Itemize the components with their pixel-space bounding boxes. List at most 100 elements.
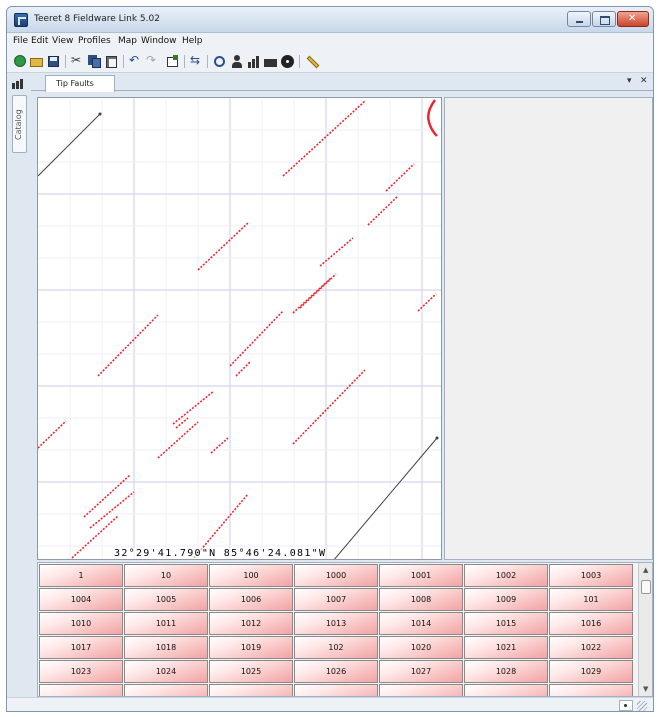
id-button[interactable]: 1004 <box>39 588 123 611</box>
id-button[interactable]: 1012 <box>209 612 293 635</box>
disc-icon[interactable] <box>280 54 295 69</box>
fault-segment <box>282 100 366 177</box>
id-button[interactable]: 1002 <box>464 564 548 587</box>
fault-segment <box>235 361 251 377</box>
scroll-up-icon[interactable]: ▲ <box>643 566 648 574</box>
minimize-button[interactable] <box>567 11 591 27</box>
menu-view[interactable]: View <box>52 36 73 46</box>
folder-icon[interactable] <box>263 54 278 69</box>
id-button[interactable]: 1023 <box>39 660 123 683</box>
id-button[interactable] <box>124 684 208 696</box>
id-button[interactable]: 1026 <box>294 660 378 683</box>
id-button[interactable]: 1001 <box>379 564 463 587</box>
app-window: Teeret 8 Fieldware Link 5.02 File Edit V… <box>6 6 654 712</box>
scroll-down-icon[interactable]: ▼ <box>643 685 648 693</box>
catalog-icon[interactable] <box>12 79 26 89</box>
save-icon[interactable] <box>46 54 61 69</box>
id-button[interactable]: 101 <box>549 588 633 611</box>
gps-track <box>334 437 438 559</box>
tab-tip-faults[interactable]: Tip Faults <box>45 75 115 92</box>
id-button[interactable]: 1017 <box>39 636 123 659</box>
vertical-scrollbar[interactable]: ▲ ▼ <box>638 563 652 696</box>
scroll-thumb[interactable] <box>641 580 651 594</box>
id-button[interactable]: 1016 <box>549 612 633 635</box>
fault-segment <box>210 437 229 454</box>
id-button[interactable]: 1008 <box>379 588 463 611</box>
transfer-icon[interactable]: ⇆ <box>189 53 204 69</box>
id-button[interactable]: 1009 <box>464 588 548 611</box>
id-button[interactable]: 1010 <box>39 612 123 635</box>
menu-edit[interactable]: Edit <box>31 36 48 46</box>
id-button[interactable] <box>39 684 123 696</box>
undo-icon[interactable]: ↶ <box>128 53 143 69</box>
menu-bar: File Edit View Profiles Map Window Help <box>7 33 653 51</box>
close-tab-icon[interactable]: ✕ <box>640 76 648 86</box>
id-button[interactable]: 1028 <box>464 660 548 683</box>
id-button[interactable] <box>209 684 293 696</box>
id-button[interactable]: 1006 <box>209 588 293 611</box>
window-title: Teeret 8 Fieldware Link 5.02 <box>34 14 160 24</box>
id-button[interactable]: 1011 <box>124 612 208 635</box>
id-button[interactable]: 1007 <box>294 588 378 611</box>
resize-grip[interactable] <box>637 701 647 711</box>
fault-segment <box>172 390 215 425</box>
menu-profiles[interactable]: Profiles <box>78 36 111 46</box>
id-button[interactable]: 1027 <box>379 660 463 683</box>
chart-icon[interactable] <box>246 54 261 69</box>
id-button[interactable]: 1018 <box>124 636 208 659</box>
id-button[interactable] <box>464 684 548 696</box>
map-view[interactable]: 32°29'41.790"N 85°46'24.081"W <box>37 97 442 560</box>
open-folder-icon[interactable] <box>29 54 44 69</box>
id-button[interactable]: 1013 <box>294 612 378 635</box>
id-button[interactable]: 1005 <box>124 588 208 611</box>
tab-list-icon[interactable]: ▾ <box>627 76 632 86</box>
id-button[interactable] <box>294 684 378 696</box>
menu-help[interactable]: Help <box>182 36 203 46</box>
maximize-button[interactable] <box>592 11 616 27</box>
status-indicator <box>619 700 633 711</box>
fault-segment <box>157 421 199 459</box>
close-window-button[interactable] <box>617 11 649 27</box>
id-button[interactable]: 100 <box>209 564 293 587</box>
id-button[interactable]: 1003 <box>549 564 633 587</box>
redo-icon[interactable]: ↷ <box>145 53 160 69</box>
map-canvas[interactable] <box>38 98 442 560</box>
id-button[interactable] <box>379 684 463 696</box>
cut-icon[interactable]: ✂ <box>70 53 85 69</box>
id-button[interactable]: 1029 <box>549 660 633 683</box>
paste-icon[interactable] <box>104 54 119 69</box>
id-button[interactable]: 1014 <box>379 612 463 635</box>
title-bar[interactable]: Teeret 8 Fieldware Link 5.02 <box>7 7 653 33</box>
fault-segment <box>292 369 366 445</box>
catalog-tab[interactable]: Catalog <box>12 95 27 153</box>
menu-map[interactable]: Map <box>118 36 137 46</box>
menu-file[interactable]: File <box>13 36 28 46</box>
id-button[interactable]: 102 <box>294 636 378 659</box>
target-icon[interactable] <box>212 54 227 69</box>
id-button[interactable]: 1021 <box>464 636 548 659</box>
toolbar: ✂ ↶ ↷ ⇆ <box>7 51 653 73</box>
catalog-tab-label: Catalog <box>14 109 23 140</box>
id-button[interactable]: 1015 <box>464 612 548 635</box>
id-button[interactable]: 1020 <box>379 636 463 659</box>
side-dock: Catalog <box>7 73 31 561</box>
copy-icon[interactable] <box>87 54 102 69</box>
new-icon[interactable] <box>13 54 28 69</box>
id-button[interactable]: 10 <box>124 564 208 587</box>
gps-track <box>38 113 101 177</box>
id-button[interactable]: 1024 <box>124 660 208 683</box>
document-tab-bar: Tip Faults ▾ ✕ <box>31 73 653 92</box>
user-icon[interactable] <box>229 54 244 69</box>
id-button[interactable]: 1019 <box>209 636 293 659</box>
ruler-icon[interactable] <box>305 54 320 69</box>
fault-segment <box>175 417 189 429</box>
fault-curve <box>427 99 438 137</box>
id-button[interactable]: 1 <box>39 564 123 587</box>
properties-icon[interactable] <box>165 54 180 69</box>
id-button[interactable] <box>549 684 633 696</box>
id-button[interactable]: 1000 <box>294 564 378 587</box>
id-button[interactable]: 1025 <box>209 660 293 683</box>
menu-window[interactable]: Window <box>141 36 177 46</box>
side-panel <box>444 97 653 560</box>
id-button[interactable]: 1022 <box>549 636 633 659</box>
